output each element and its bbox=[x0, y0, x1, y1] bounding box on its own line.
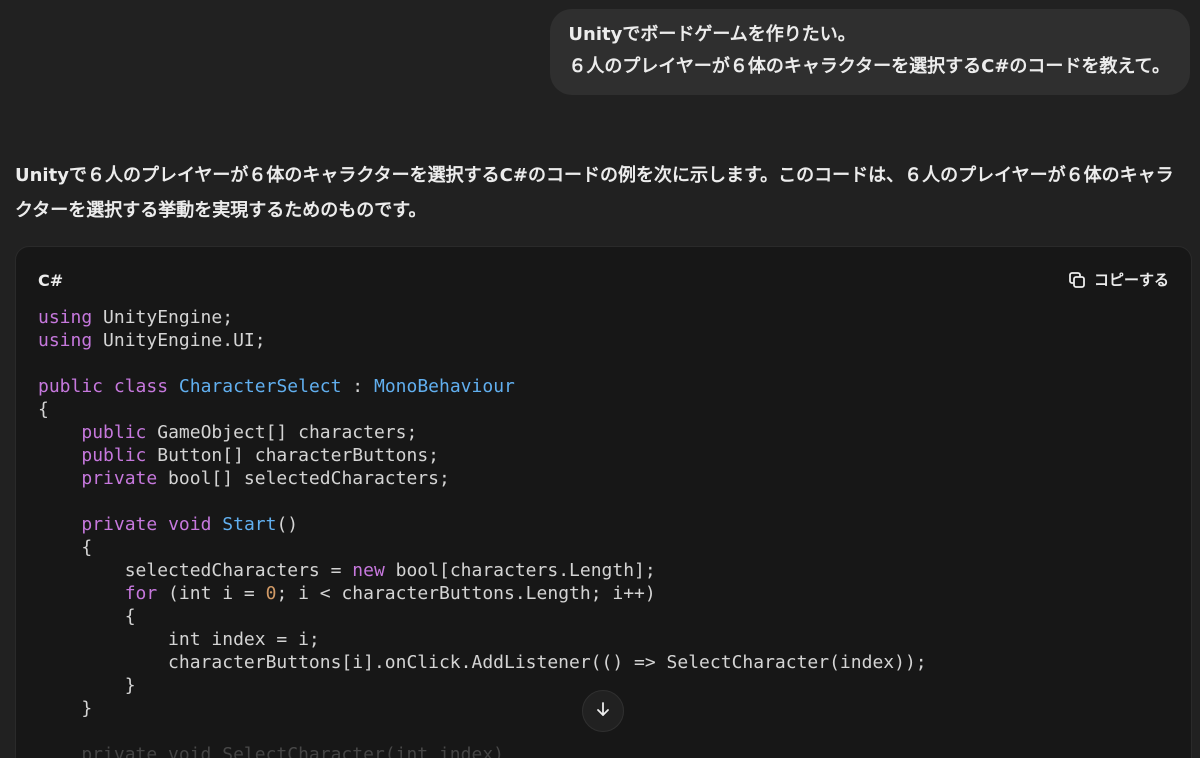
code-line: { bbox=[38, 536, 927, 559]
code-line: using UnityEngine; bbox=[38, 306, 927, 329]
arrow-down-icon bbox=[594, 700, 612, 722]
code-token: { bbox=[38, 606, 136, 627]
code-token: private bbox=[81, 468, 158, 489]
code-language-label: C# bbox=[38, 271, 64, 290]
code-content: using UnityEngine; using UnityEngine.UI; p… bbox=[38, 306, 927, 758]
copy-icon bbox=[1068, 271, 1086, 289]
code-token: private bbox=[81, 514, 158, 535]
code-token: bool[characters.Length]; bbox=[384, 560, 656, 581]
code-token: CharacterSelect bbox=[178, 376, 342, 397]
code-token: Start bbox=[222, 514, 277, 535]
copy-button-label: コピーする bbox=[1093, 271, 1169, 289]
user-message-line: Unityでボードゲームを作りたい。 bbox=[568, 24, 856, 45]
user-message-bubble: Unityでボードゲームを作りたい。 ６人のプレイヤーが６体のキャラクターを選択… bbox=[550, 9, 1190, 95]
code-token: bool[] selectedCharacters; bbox=[157, 468, 450, 489]
code-token: GameObject[] characters; bbox=[146, 422, 418, 443]
code-token: UnityEngine; bbox=[92, 307, 234, 328]
code-token: void bbox=[168, 514, 212, 535]
code-line: using UnityEngine.UI; bbox=[38, 329, 927, 352]
code-token: new bbox=[352, 560, 385, 581]
code-token: (int i = bbox=[157, 583, 266, 604]
code-line: private void SelectCharacter(int index) bbox=[38, 743, 927, 758]
code-line: for (int i = 0; i < characterButtons.Len… bbox=[38, 582, 927, 605]
code-token: using bbox=[38, 330, 93, 351]
code-token: { bbox=[38, 537, 93, 558]
code-token: characterButtons[i].onClick.AddListener(… bbox=[38, 652, 927, 673]
code-line: public Button[] characterButtons; bbox=[38, 444, 927, 467]
code-token: () bbox=[276, 514, 299, 535]
code-line: int index = i; bbox=[38, 628, 927, 651]
copy-code-button[interactable]: コピーする bbox=[1068, 269, 1169, 290]
code-line: private bool[] selectedCharacters; bbox=[38, 467, 927, 490]
code-token: 0 bbox=[265, 583, 277, 604]
code-line: characterButtons[i].onClick.AddListener(… bbox=[38, 651, 927, 674]
code-block: C# コピーする using UnityEngine; using UnityEn… bbox=[15, 246, 1192, 758]
code-line: { bbox=[38, 605, 927, 628]
code-block-header: C# コピーする bbox=[16, 247, 1191, 313]
code-line: public class CharacterSelect : MonoBehav… bbox=[38, 375, 927, 398]
assistant-intro-text: Unityで６人のプレイヤーが６体のキャラクターを選択するC#のコードの例を次に… bbox=[15, 165, 1174, 221]
code-token: { bbox=[38, 399, 49, 420]
code-line: { bbox=[38, 398, 927, 421]
code-line: public GameObject[] characters; bbox=[38, 421, 927, 444]
code-token: ; i < characterButtons.Length; i++) bbox=[276, 583, 656, 604]
code-token: public bbox=[38, 376, 104, 397]
scroll-to-bottom-button[interactable] bbox=[582, 690, 624, 732]
code-token: } bbox=[38, 698, 93, 719]
code-token: public bbox=[81, 445, 147, 466]
code-token: public bbox=[81, 422, 147, 443]
code-token: class bbox=[113, 376, 169, 397]
code-token: Button[] characterButtons; bbox=[146, 445, 439, 466]
code-line: } bbox=[38, 674, 927, 697]
code-token: selectedCharacters = bbox=[38, 560, 353, 581]
code-token: for bbox=[124, 583, 158, 604]
code-token: int index = i; bbox=[38, 629, 320, 650]
code-token: using bbox=[38, 307, 93, 328]
user-message-line: ６人のプレイヤーが６体のキャラクターを選択するC#のコードを教えて。 bbox=[568, 56, 1170, 77]
code-token: } bbox=[38, 675, 136, 696]
code-token: MonoBehaviour bbox=[373, 376, 515, 397]
code-line: private void Start() bbox=[38, 513, 927, 536]
code-token: : bbox=[341, 376, 374, 397]
code-line: } bbox=[38, 697, 927, 720]
code-token: private void SelectCharacter(int index) bbox=[38, 744, 504, 758]
code-token: UnityEngine.UI; bbox=[92, 330, 266, 351]
chat-page: Unityでボードゲームを作りたい。 ６人のプレイヤーが６体のキャラクターを選択… bbox=[0, 0, 1200, 758]
code-line: selectedCharacters = new bool[characters… bbox=[38, 559, 927, 582]
